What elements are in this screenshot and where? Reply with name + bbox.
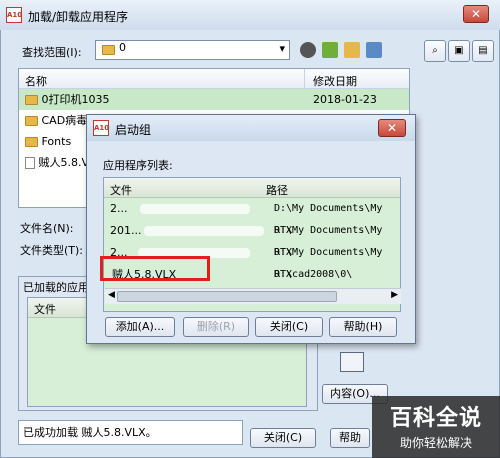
loaded-apps-label: 已加载的应用: [23, 281, 89, 294]
column-path[interactable]: 路径: [266, 182, 288, 198]
blur-mask: [140, 204, 250, 214]
new-folder-icon[interactable]: [344, 42, 360, 58]
file-list-header: 名称 修改日期: [19, 69, 409, 89]
scroll-left-icon[interactable]: ◀: [108, 290, 115, 300]
lookin-label: 查找范围(I):: [22, 46, 82, 59]
folder-icon: [25, 137, 38, 147]
status-bar: 已成功加载 贼人5.8.VLX。: [18, 420, 243, 445]
lookin-value: 0: [119, 41, 126, 54]
dialog-close-button[interactable]: ✕: [378, 119, 406, 137]
find-icon[interactable]: ⌕: [424, 40, 446, 62]
column-name[interactable]: 名称: [25, 73, 47, 89]
remove-button[interactable]: 删除(R): [183, 317, 249, 337]
column-date[interactable]: 修改日期: [313, 73, 357, 89]
window-close-button[interactable]: ✕: [463, 5, 489, 23]
filename-label: 文件名(N):: [20, 222, 74, 235]
window-title: 加载/卸载应用程序: [28, 10, 129, 24]
watermark-brand: 百科全说: [389, 406, 482, 431]
dialog-help-button[interactable]: 帮助(H): [329, 317, 397, 337]
close-button[interactable]: 关闭(C): [250, 428, 316, 448]
startup-app-list-header: 文件 路径: [104, 178, 400, 198]
startup-suite-dialog: A10 启动组 ✕ 应用程序列表: 文件 路径 2... D:\My Docum…: [86, 114, 416, 344]
scroll-right-icon[interactable]: ▶: [391, 290, 398, 300]
views-menu-icon[interactable]: [366, 42, 382, 58]
startup-app-list[interactable]: 文件 路径 2... D:\My Documents\My RTX 201...…: [103, 177, 401, 312]
up-folder-icon[interactable]: [322, 42, 338, 58]
briefcase-icon: [340, 352, 364, 372]
file-row[interactable]: 0打印机10352018-01-23 14:48: [19, 89, 409, 127]
folder-icon: [25, 95, 38, 105]
watermark-sub: 助你轻松解决: [399, 436, 472, 450]
startup-app-row[interactable]: 201... D:\My Documents\My RTX: [104, 220, 400, 258]
blur-mask: [144, 226, 264, 236]
folder-icon: [25, 116, 38, 126]
history-icon[interactable]: ▤: [472, 40, 494, 62]
autocad-logo-icon: A10: [93, 120, 109, 136]
dialog-close-text-button[interactable]: 关闭(C): [255, 317, 323, 337]
filetype-label: 文件类型(T):: [20, 244, 84, 257]
add-button[interactable]: 添加(A)...: [105, 317, 175, 337]
dialog-titlebar: A10 启动组 ✕: [87, 115, 415, 141]
column-file[interactable]: 文件: [110, 182, 132, 198]
tools-icon[interactable]: ▣: [448, 40, 470, 62]
horizontal-scrollbar[interactable]: ◀ ▶: [105, 288, 401, 304]
window-titlebar: A10 加载/卸载应用程序 ✕: [0, 0, 500, 30]
startup-app-row[interactable]: 2... D:\My Documents\My RTX: [104, 198, 400, 236]
autocad-logo-icon: A10: [6, 7, 22, 23]
back-icon[interactable]: [300, 42, 316, 58]
dialog-title: 启动组: [115, 123, 152, 137]
chevron-down-icon[interactable]: ▾: [279, 42, 285, 55]
dialog-list-label: 应用程序列表:: [103, 159, 173, 172]
watermark: 百科全说 助你轻松解决: [372, 396, 500, 458]
scrollbar-thumb[interactable]: [117, 291, 337, 302]
file-icon: [25, 157, 35, 169]
help-button[interactable]: 帮助: [330, 428, 370, 448]
red-highlight-box: [100, 256, 210, 281]
column-divider: [304, 69, 305, 89]
folder-icon: [102, 44, 115, 55]
lookin-combo[interactable]: 0 ▾: [95, 40, 290, 60]
